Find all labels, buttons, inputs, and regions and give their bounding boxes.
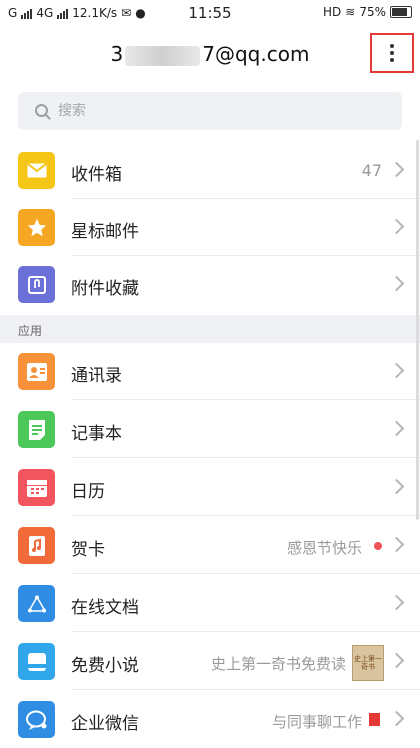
card-icon [18,527,55,564]
app-wework[interactable]: 企业微信 与同事聊工作 [0,691,420,748]
divider [71,399,420,400]
novel-icon [18,643,55,680]
more-menu-button[interactable] [370,33,414,73]
more-vert-dot [390,51,394,55]
red-flag-icon [369,713,380,726]
contacts-icon [18,353,55,390]
attachment-icon [18,266,55,303]
chevron-right-icon [388,362,405,379]
header: 3 7@qq.com [0,28,420,86]
card-hint: 感恩节快乐 [286,539,362,557]
folder-label: 收件箱 [71,165,122,185]
folder-inbox[interactable]: 收件箱 47 [0,142,420,199]
chevron-right-icon [388,536,405,553]
search-icon [35,104,48,117]
novel-hint: 史上第一奇书免费读 [210,655,346,673]
search-bar[interactable] [18,92,402,130]
notes-icon [18,411,55,448]
app-label: 通讯录 [71,366,122,386]
folder-starred[interactable]: 星标邮件 [0,199,420,256]
battery-icon [390,6,412,18]
unread-count: 47 [361,161,382,180]
folder-attachments[interactable]: 附件收藏 [0,256,420,313]
chevron-right-icon [388,478,405,495]
app-online-docs[interactable]: 在线文档 [0,575,420,632]
account-email[interactable]: 3 7@qq.com [0,42,420,66]
status-right: HD ≋ 75% [323,5,412,19]
wework-icon [18,701,55,738]
app-notes[interactable]: 记事本 [0,401,420,458]
wework-hint: 与同事聊工作 [271,713,362,731]
divider [71,573,420,574]
app-label: 企业微信 [71,714,139,734]
divider [71,689,420,690]
more-vert-dot [390,58,394,62]
status-bar: G 4G 12.1K/s ✉ ● 11:55 HD ≋ 75% [0,0,420,28]
account-suffix: 7@qq.com [202,42,310,66]
app-label: 日历 [71,482,105,502]
wifi-icon: ≋ [345,5,356,19]
chevron-right-icon [388,420,405,437]
search-input[interactable] [58,92,388,130]
chevron-right-icon [388,275,405,292]
app-label: 贺卡 [71,540,105,560]
folder-label: 附件收藏 [71,279,139,299]
scrollbar[interactable] [416,140,419,520]
more-vert-icon [390,44,394,48]
hd-label: HD [323,5,342,19]
app-greeting-card[interactable]: 贺卡 感恩节快乐 [0,517,420,574]
app-label: 免费小说 [71,656,139,676]
star-icon [18,209,55,246]
app-label: 在线文档 [71,598,139,618]
chevron-right-icon [388,710,405,727]
docs-icon [18,585,55,622]
app-free-novels[interactable]: 免费小说 史上第一奇书免费读 史上第一奇书 [0,633,420,690]
app-calendar[interactable]: 日历 [0,459,420,516]
app-contacts[interactable]: 通讯录 [0,343,420,400]
folder-label: 星标邮件 [71,222,139,242]
chevron-right-icon [388,218,405,235]
app-label: 记事本 [71,424,122,444]
red-dot-badge [374,542,382,550]
battery-percent: 75% [359,5,386,19]
section-title: 应用 [18,324,43,338]
chevron-right-icon [388,652,405,669]
divider [71,631,420,632]
chevron-right-icon [388,594,405,611]
divider [71,457,420,458]
book-cover-thumbnail: 史上第一奇书 [352,645,384,681]
calendar-icon [18,469,55,506]
section-header-apps: 应用 [0,315,420,343]
divider [71,515,420,516]
inbox-icon [18,152,55,189]
chevron-right-icon [388,161,405,178]
redacted-mask [125,45,201,66]
account-prefix: 3 [110,42,124,66]
